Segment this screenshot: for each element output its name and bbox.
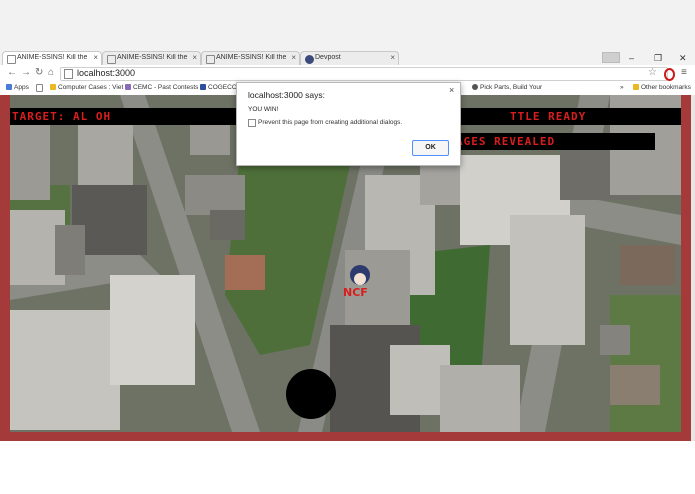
bookmark-label: Apps [14,84,29,91]
alert-dialog: localhost:3000 says: × YOU WIN! Prevent … [236,82,461,166]
other-bookmarks-label: Other bookmarks [641,84,691,91]
tab-anime-ssins-3[interactable]: ANIME-SSINS! Kill the oth × [201,51,300,66]
prevent-dialogs-checkbox[interactable] [248,119,256,127]
profile-button[interactable] [602,52,620,63]
page-bottom-area [0,441,695,494]
folder-icon [633,84,639,90]
other-bookmarks[interactable]: Other bookmarks [633,84,691,91]
tab-label: Devpost [315,54,341,61]
window-close-icon[interactable]: ✕ [679,53,687,64]
bookmark-label: COGECO [208,84,237,91]
hud-target-text: TARGET: AL OH [12,110,112,123]
bookmarks-overflow-button[interactable]: » [620,84,624,91]
dialog-title: localhost:3000 says: [248,90,326,100]
tab-anime-ssins-2[interactable]: ANIME-SSINS! Kill the oth × [102,51,201,66]
bookmark-computer-cases[interactable]: Computer Cases : Viet [50,84,123,91]
tab-anime-ssins-1[interactable]: ANIME-SSINS! Kill the oth × [2,51,102,66]
bookmark-pick-parts[interactable]: Pick Parts, Build Your [472,84,542,91]
page-favicon-icon [7,55,16,64]
opera-extension-icon[interactable] [664,68,675,81]
url-text: localhost:3000 [77,68,136,78]
bookmark-star-icon[interactable]: ☆ [648,67,657,78]
forward-icon[interactable]: → [21,67,31,78]
restore-icon[interactable]: ❐ [654,53,662,64]
browser-tab-strip: ANIME-SSINS! Kill the oth × ANIME-SSINS!… [0,0,695,66]
minimize-icon[interactable]: – [629,53,634,63]
bookmark-label: Computer Cases : Viet [58,84,124,91]
folder-icon [50,84,56,90]
bookmark-cemc[interactable]: CEMC - Past Contests [125,84,198,91]
chrome-menu-icon[interactable]: ≡ [681,67,687,78]
bookmark-label: Pick Parts, Build Your [480,84,543,91]
back-icon[interactable]: ← [7,67,17,78]
pcpartpicker-icon [472,84,478,90]
reload-icon[interactable]: ↻ [35,67,43,78]
player-tag: NCF [343,286,368,299]
bookmark-cogeco[interactable]: COGECO [200,84,237,91]
tab-label: ANIME-SSINS! Kill the oth [17,54,87,61]
cogeco-icon [200,84,206,90]
address-bar[interactable]: localhost:3000 [60,67,668,81]
apps-grid-icon [6,84,12,90]
page-favicon-icon [206,55,215,64]
tab-close-icon[interactable]: × [291,53,296,62]
tab-close-icon[interactable]: × [390,53,395,62]
home-icon[interactable]: ⌂ [48,67,54,78]
tab-label: ANIME-SSINS! Kill the oth [216,54,286,61]
tab-label: ANIME-SSINS! Kill the oth [117,54,187,61]
dialog-close-icon[interactable]: × [449,85,454,95]
page-icon [36,84,43,92]
dialog-message: YOU WIN! [248,106,279,113]
tab-close-icon[interactable]: × [192,53,197,62]
hud-revealed-text: AGES REVEALED [456,135,556,148]
page-scrollbar[interactable] [691,95,695,441]
page-info-icon[interactable] [64,69,73,79]
cemc-icon [125,84,131,90]
ok-button[interactable]: OK [412,140,449,156]
bookmark-apps[interactable]: Apps [6,84,29,91]
hud-reveal-bar: AGES REVEALED [454,133,655,150]
page-favicon-icon [107,55,116,64]
tab-devpost[interactable]: Devpost × [300,51,399,66]
prevent-dialogs-label: Prevent this page from creating addition… [258,119,403,126]
bookmark-label: CEMC - Past Contests [133,84,199,91]
devpost-favicon-icon [305,55,314,64]
tab-close-icon[interactable]: × [93,53,98,62]
hud-status-text: TTLE READY [510,110,587,123]
bookmark-blank[interactable] [36,84,45,93]
